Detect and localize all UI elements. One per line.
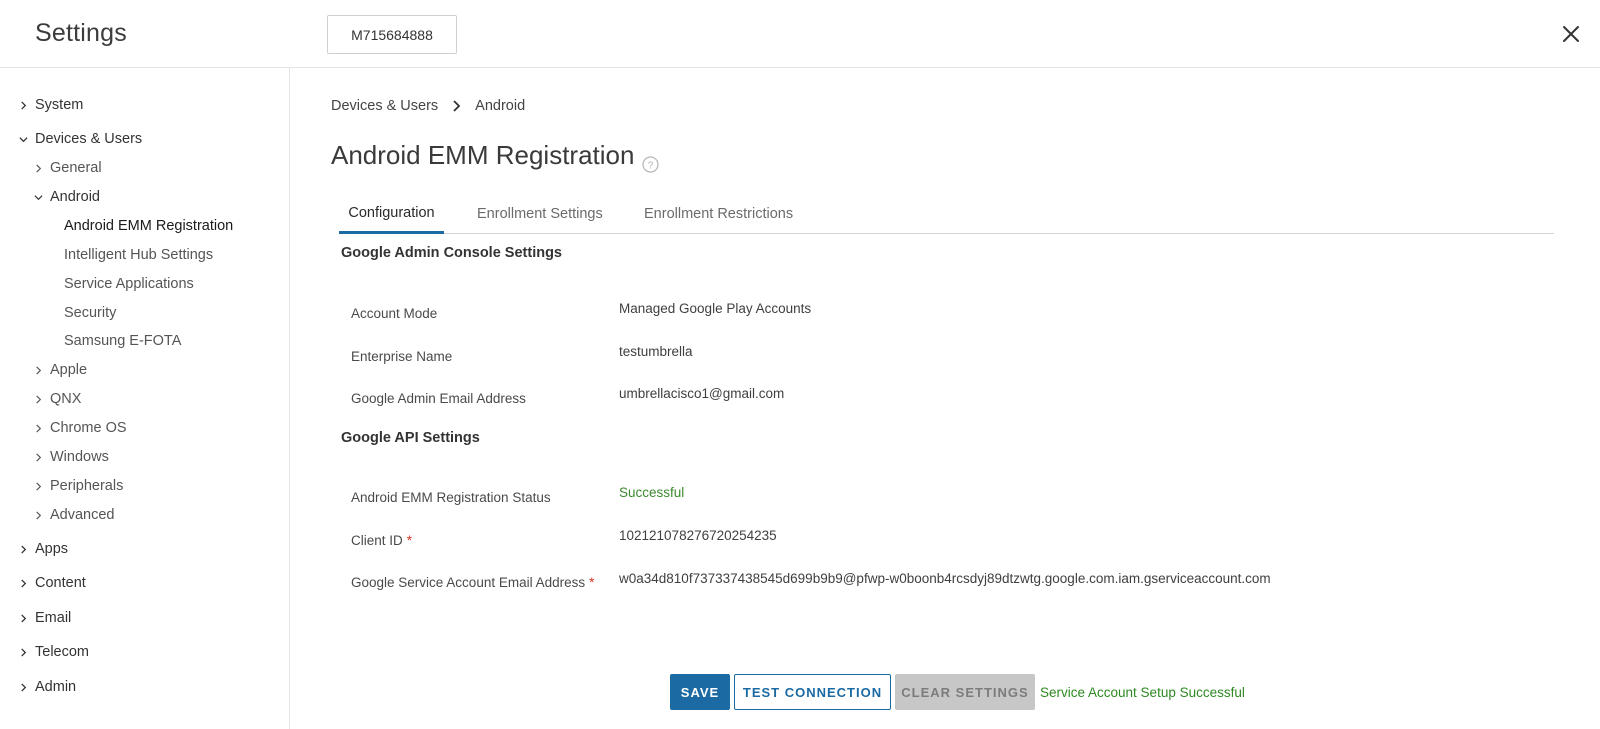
chevron-right-icon — [18, 544, 28, 554]
field-label-google-admin-email: Google Admin Email Address — [351, 391, 526, 406]
status-message: Service Account Setup Successful — [1040, 684, 1245, 700]
field-label-registration-status: Android EMM Registration Status — [351, 490, 551, 505]
sidebar-item-label: Samsung E-FOTA — [64, 333, 182, 349]
sidebar-item-label: Chrome OS — [50, 420, 127, 436]
field-value-account-mode: Managed Google Play Accounts — [619, 301, 812, 316]
sidebar-item-chrome-os[interactable]: Chrome OS — [33, 420, 127, 436]
sidebar-item-apps[interactable]: Apps — [18, 541, 68, 557]
chevron-right-icon — [33, 510, 43, 520]
sidebar-item-label: Devices & Users — [35, 131, 143, 147]
save-button[interactable]: SAVE — [670, 674, 730, 710]
settings-title: Settings — [35, 19, 127, 47]
chevron-right-icon — [18, 100, 28, 110]
field-label-client-id: Client ID * — [351, 533, 412, 548]
sidebar-item-windows[interactable]: Windows — [33, 449, 109, 465]
breadcrumb: Devices & Users Android — [331, 98, 525, 114]
help-circle-icon[interactable]: ? — [642, 149, 660, 173]
sidebar-item-email[interactable]: Email — [18, 610, 71, 626]
field-value-client-id: 102121078276720254235 — [619, 528, 777, 543]
page-title-text: Android EMM Registration — [331, 140, 635, 170]
field-label-service-account-email: Google Service Account Email Address * — [351, 575, 594, 590]
field-value-service-account-email: w0a34d810f737337438545d699b9b9@pfwp-w0bo… — [619, 571, 1271, 586]
chevron-right-icon — [18, 682, 28, 692]
sidebar-item-android[interactable]: Android — [33, 189, 100, 205]
sidebar-item-devices-users[interactable]: Devices & Users — [18, 131, 142, 147]
field-value-enterprise-name: testumbrella — [619, 344, 693, 359]
chevron-right-icon — [18, 647, 28, 657]
field-value-registration-status: Successful — [619, 485, 685, 500]
test-connection-button[interactable]: TEST CONNECTION — [734, 674, 891, 710]
breadcrumb-devices-users[interactable]: Devices & Users — [331, 98, 438, 114]
organization-group-button[interactable]: M715684888 — [327, 15, 457, 54]
tab-bar: Configuration Enrollment Settings Enroll… — [339, 198, 1554, 234]
field-label-enterprise-name: Enterprise Name — [351, 349, 453, 364]
sidebar-item-label: Intelligent Hub Settings — [64, 247, 214, 263]
settings-sidebar: System Devices & Users General Android A… — [0, 68, 290, 729]
sidebar-item-label: Security — [64, 305, 117, 321]
chevron-right-icon — [33, 481, 43, 491]
sidebar-item-label: Android — [50, 189, 100, 205]
main-content: Devices & Users Android Android EMM Regi… — [291, 68, 1600, 729]
section-title-admin-console: Google Admin Console Settings — [341, 245, 562, 261]
section-title-api-settings: Google API Settings — [341, 430, 480, 446]
sidebar-item-general[interactable]: General — [33, 160, 102, 176]
sidebar-item-label: Peripherals — [50, 478, 124, 494]
chevron-down-icon — [18, 134, 28, 144]
settings-header: Settings M715684888 — [0, 0, 1600, 68]
chevron-down-icon — [33, 192, 43, 202]
sidebar-item-apple[interactable]: Apple — [33, 362, 87, 378]
sidebar-item-label: Windows — [50, 449, 109, 465]
sidebar-item-label: System — [35, 97, 84, 113]
sidebar-item-admin[interactable]: Admin — [18, 679, 76, 695]
field-value-google-admin-email: umbrellacisco1@gmail.com — [619, 386, 785, 401]
chevron-right-icon — [18, 578, 28, 588]
sidebar-item-label: Android EMM Registration — [64, 218, 234, 234]
clear-settings-button: CLEAR SETTINGS — [895, 674, 1035, 710]
sidebar-item-label: Content — [35, 575, 86, 591]
page-title: Android EMM Registration ? — [331, 140, 660, 173]
chevron-right-icon — [33, 394, 43, 404]
svg-text:?: ? — [648, 160, 654, 171]
field-label-text: Client ID — [351, 533, 403, 548]
tab-enrollment-restrictions[interactable]: Enrollment Restrictions — [644, 198, 793, 234]
chevron-right-icon — [33, 452, 43, 462]
sidebar-item-label: General — [50, 160, 102, 176]
action-bar: SAVE TEST CONNECTION CLEAR SETTINGS Serv… — [670, 674, 1245, 710]
tab-enrollment-settings[interactable]: Enrollment Settings — [477, 198, 603, 234]
sidebar-item-samsung-efota[interactable]: Samsung E-FOTA — [64, 333, 181, 349]
sidebar-item-service-applications[interactable]: Service Applications — [64, 276, 194, 292]
sidebar-item-system[interactable]: System — [18, 97, 83, 113]
sidebar-item-advanced[interactable]: Advanced — [33, 507, 115, 523]
sidebar-item-qnx[interactable]: QNX — [33, 391, 81, 407]
sidebar-item-intelligent-hub-settings[interactable]: Intelligent Hub Settings — [64, 247, 213, 263]
chevron-right-icon — [33, 365, 43, 375]
chevron-right-icon — [33, 423, 43, 433]
sidebar-item-label: Email — [35, 610, 72, 626]
required-marker: * — [406, 533, 413, 548]
sidebar-item-label: Admin — [35, 679, 77, 695]
sidebar-item-label: QNX — [50, 391, 82, 407]
field-label-account-mode: Account Mode — [351, 306, 438, 321]
chevron-right-icon — [452, 100, 461, 112]
sidebar-item-label: Apple — [50, 362, 88, 378]
sidebar-item-peripherals[interactable]: Peripherals — [33, 478, 123, 494]
tab-configuration[interactable]: Configuration — [339, 198, 444, 234]
sidebar-item-label: Apps — [35, 541, 69, 557]
sidebar-item-label: Service Applications — [64, 276, 194, 292]
required-marker: * — [589, 575, 595, 590]
sidebar-item-security[interactable]: Security — [64, 305, 116, 321]
sidebar-item-label: Telecom — [35, 644, 89, 660]
sidebar-item-telecom[interactable]: Telecom — [18, 644, 89, 660]
chevron-right-icon — [18, 613, 28, 623]
field-label-text: Google Service Account Email Address — [351, 575, 586, 590]
chevron-right-icon — [33, 163, 43, 173]
sidebar-item-label: Advanced — [50, 507, 115, 523]
sidebar-item-android-emm-registration[interactable]: Android EMM Registration — [64, 218, 233, 234]
sidebar-item-content[interactable]: Content — [18, 575, 86, 591]
breadcrumb-android: Android — [475, 98, 526, 114]
close-icon[interactable] — [1559, 22, 1583, 46]
